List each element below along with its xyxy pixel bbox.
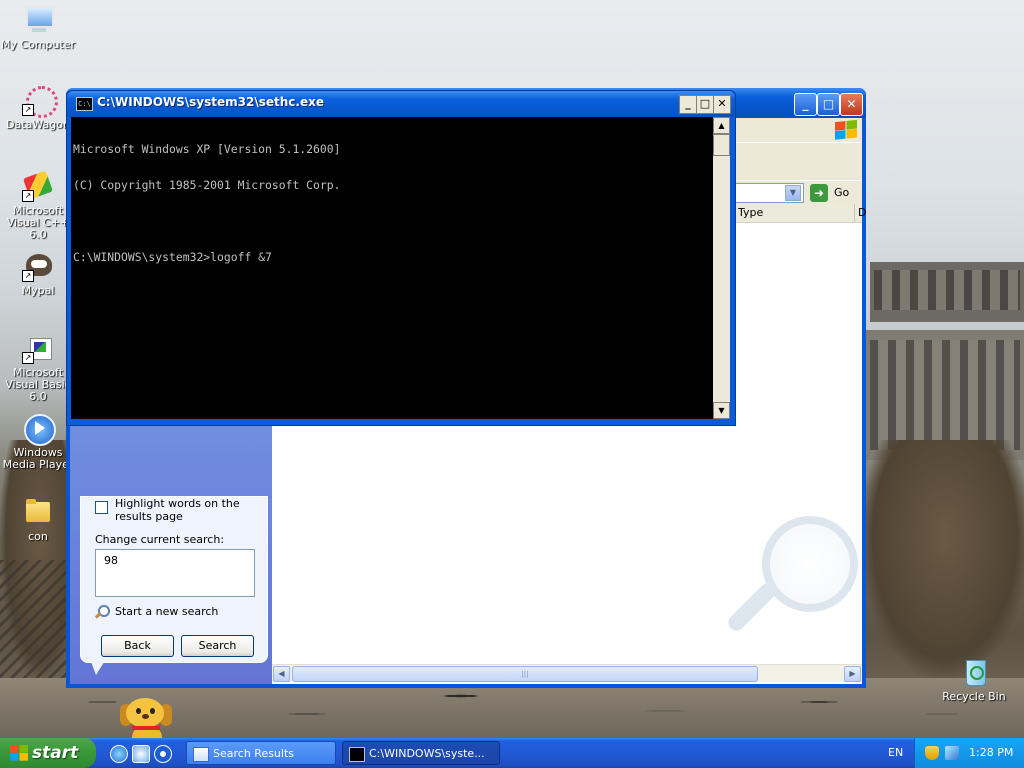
desktop-icon-datawagon[interactable]: ↗ DataWagon xyxy=(0,84,76,131)
taskbar: start Search Results C:\WINDOWS\syste...… xyxy=(0,738,1024,768)
horizontal-scrollbar[interactable]: ◀ ||| ▶ xyxy=(272,664,862,682)
datawagon-icon: ↗ xyxy=(22,84,58,118)
desktop-icon-recycle-bin[interactable]: Recycle Bin xyxy=(936,656,1012,703)
language-indicator[interactable]: EN xyxy=(888,746,903,759)
column-d[interactable]: D xyxy=(858,206,866,219)
desktop-icon-visual-cpp[interactable]: ↗ Microsoft Visual C++ 6.0 xyxy=(0,170,76,241)
desktop-icon-my-computer[interactable]: My Computer xyxy=(0,4,76,51)
wallpaper-building-windows xyxy=(874,270,1020,310)
new-search-link[interactable]: Start a new search xyxy=(94,605,219,619)
search-input[interactable]: 98 xyxy=(95,549,255,597)
chevron-down-icon[interactable]: ▼ xyxy=(785,185,801,201)
console-close-button[interactable]: ✕ xyxy=(713,95,731,114)
highlight-words-checkbox[interactable] xyxy=(95,501,108,514)
search-icon xyxy=(94,605,110,619)
desktop-icon-con[interactable]: con xyxy=(0,496,76,543)
console-title: C:\WINDOWS\system32\sethc.exe xyxy=(97,95,324,109)
console-window[interactable]: C:\ C:\WINDOWS\system32\sethc.exe _ □ ✕ … xyxy=(66,90,736,426)
column-separator xyxy=(854,204,855,222)
start-label: start xyxy=(32,743,79,763)
desktop-icon-label: con xyxy=(28,530,48,543)
console-task-icon xyxy=(349,747,365,762)
desktop-icon-label: Microsoft Visual Basic 6.0 xyxy=(5,366,71,403)
change-search-label: Change current search: xyxy=(95,533,225,546)
go-arrow-icon: ➜ xyxy=(810,184,828,202)
visual-cpp-icon: ↗ xyxy=(22,170,54,202)
explorer-maximize-button[interactable]: □ xyxy=(817,93,840,116)
scroll-right-icon[interactable]: ▶ xyxy=(844,666,861,682)
explorer-close-button[interactable]: ✕ xyxy=(840,93,863,116)
scroll-up-icon[interactable]: ▲ xyxy=(713,117,730,134)
go-label: Go xyxy=(834,186,850,199)
wallpaper-rails xyxy=(0,560,70,680)
column-type[interactable]: Type xyxy=(738,206,763,219)
system-tray: 1:28 PM xyxy=(914,738,1024,768)
scroll-down-icon[interactable]: ▼ xyxy=(713,402,730,419)
highlight-words-label: Highlight words on the results page xyxy=(115,497,240,523)
console-maximize-button[interactable]: □ xyxy=(696,95,714,114)
desktop-icon-label: Mypal xyxy=(21,284,55,297)
task-label: C:\WINDOWS\syste... xyxy=(369,747,485,760)
mypal-icon: ↗ xyxy=(22,250,54,282)
windows-flag-icon xyxy=(835,119,857,141)
my-computer-icon xyxy=(22,4,54,36)
desktop-icon-label: Recycle Bin xyxy=(942,690,1006,703)
console-line: C:\WINDOWS\system32>logoff &7 xyxy=(73,250,272,264)
shortcut-arrow-icon: ↗ xyxy=(22,190,34,202)
desktop-icon-label: Windows Media Player xyxy=(2,446,74,471)
media-player-icon xyxy=(22,412,56,446)
scroll-left-icon[interactable]: ◀ xyxy=(273,666,290,682)
horizontal-scroll-thumb[interactable]: ||| xyxy=(292,666,758,682)
console-vertical-scrollbar[interactable]: ▲ ▼ xyxy=(713,117,730,419)
console-minimize-button[interactable]: _ xyxy=(679,95,697,114)
search-window-icon xyxy=(193,747,209,762)
desktop-icon-visual-basic[interactable]: ↗ Microsoft Visual Basic 6.0 xyxy=(0,332,76,403)
go-button[interactable]: ➜ Go xyxy=(810,183,849,203)
new-search-label: Start a new search xyxy=(115,605,219,618)
speech-bubble-tail xyxy=(90,659,106,675)
console-title-bar[interactable]: C:\ C:\WINDOWS\system32\sethc.exe _ □ ✕ xyxy=(67,91,735,117)
desktop-icon-label: My Computer xyxy=(0,38,76,51)
search-button[interactable]: Search xyxy=(181,635,254,657)
network-icon[interactable] xyxy=(945,746,959,760)
wallpaper-building-front-windows xyxy=(870,340,1020,450)
folder-icon xyxy=(22,496,54,528)
shortcut-arrow-icon: ↗ xyxy=(22,104,34,116)
magnifier-watermark-icon xyxy=(712,504,862,664)
task-label: Search Results xyxy=(213,747,295,760)
back-button[interactable]: Back xyxy=(101,635,174,657)
internet-explorer-icon[interactable] xyxy=(110,745,128,763)
desktop-icon-label: Microsoft Visual C++ 6.0 xyxy=(6,204,70,241)
desktop-icon-media-player[interactable]: Windows Media Player xyxy=(0,412,76,471)
task-search-results[interactable]: Search Results xyxy=(186,741,336,765)
show-desktop-icon[interactable] xyxy=(132,745,150,763)
security-shield-icon[interactable] xyxy=(925,746,939,760)
search-options-panel: Highlight words on the results page Chan… xyxy=(80,496,268,663)
console-output[interactable]: Microsoft Windows XP [Version 5.1.2600] … xyxy=(71,117,713,419)
shortcut-arrow-icon: ↗ xyxy=(22,352,34,364)
media-player-quicklaunch-icon[interactable] xyxy=(154,745,172,763)
console-line: (C) Copyright 1985-2001 Microsoft Corp. xyxy=(73,178,341,192)
console-icon: C:\ xyxy=(76,97,93,111)
console-scroll-thumb[interactable] xyxy=(713,134,730,156)
recycle-bin-icon xyxy=(958,656,990,688)
explorer-minimize-button[interactable]: _ xyxy=(794,93,817,116)
visual-basic-icon: ↗ xyxy=(22,332,54,364)
clock[interactable]: 1:28 PM xyxy=(969,746,1013,759)
wallpaper-trees-right xyxy=(860,440,1024,680)
desktop-icon-label: DataWagon xyxy=(6,118,70,131)
task-console[interactable]: C:\WINDOWS\syste... xyxy=(342,741,500,765)
windows-flag-icon xyxy=(10,745,28,761)
desktop-icon-mypal[interactable]: ↗ Mypal xyxy=(0,250,76,297)
console-line: Microsoft Windows XP [Version 5.1.2600] xyxy=(73,142,341,156)
desktop: My Computer ↗ DataWagon ↗ Microsoft Visu… xyxy=(0,0,1024,738)
start-button[interactable]: start xyxy=(0,738,96,768)
shortcut-arrow-icon: ↗ xyxy=(22,270,34,282)
search-value: 98 xyxy=(104,554,118,567)
search-dog-icon[interactable] xyxy=(118,694,178,738)
